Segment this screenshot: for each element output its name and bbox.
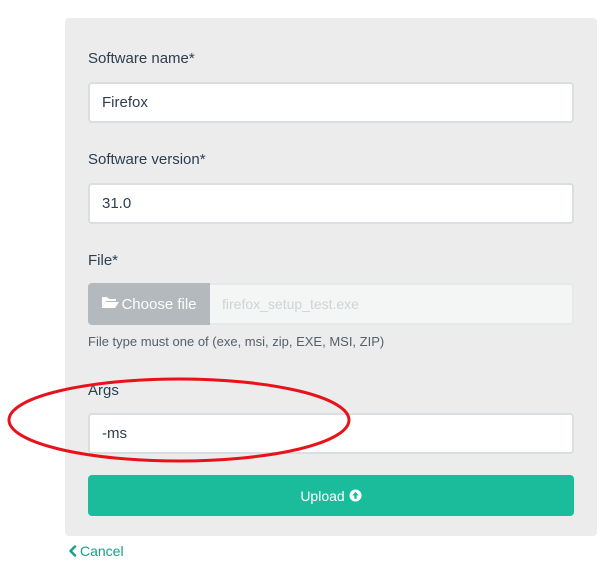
cancel-link[interactable]: Cancel <box>68 543 124 559</box>
software-name-input[interactable] <box>88 82 574 123</box>
upload-button[interactable]: Upload <box>88 475 574 516</box>
software-name-label: Software name* <box>88 50 195 67</box>
file-picker: Choose file firefox_setup_test.exe <box>88 283 574 325</box>
folder-open-icon <box>101 295 120 313</box>
args-input[interactable] <box>88 413 574 454</box>
choose-file-button[interactable]: Choose file <box>88 283 210 325</box>
file-type-help-text: File type must one of (exe, msi, zip, EX… <box>88 334 385 349</box>
args-label: Args <box>88 382 119 399</box>
arrow-circle-up-icon <box>349 489 362 502</box>
cancel-label: Cancel <box>80 543 124 559</box>
selected-file-name: firefox_setup_test.exe <box>210 283 574 325</box>
upload-label: Upload <box>300 487 345 504</box>
chevron-left-icon <box>68 545 77 557</box>
upload-software-page: Software name* Software version* File* C… <box>0 0 609 569</box>
file-label: File* <box>88 252 119 269</box>
choose-file-label: Choose file <box>121 295 197 313</box>
software-version-label: Software version* <box>88 151 206 168</box>
software-version-input[interactable] <box>88 183 574 224</box>
